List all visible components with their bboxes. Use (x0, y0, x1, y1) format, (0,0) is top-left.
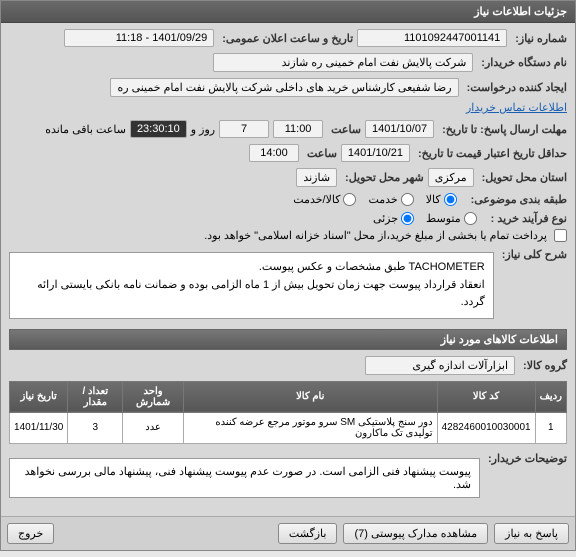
th-qty: تعداد / مقدار (68, 381, 123, 412)
buy-type-group: متوسط جزئی (373, 212, 477, 225)
table-row[interactable]: 1 4282460010030001 دور سنج پلاستیکی SM س… (10, 412, 567, 443)
price-deadline-date: 1401/10/21 (341, 144, 410, 162)
creator-label: ایجاد کننده درخواست: (467, 81, 567, 94)
countdown-value: 23:30:10 (130, 120, 187, 138)
price-deadline-time: 14:00 (249, 144, 299, 162)
back-button[interactable]: بازگشت (278, 523, 338, 544)
pay-note-text: پرداخت تمام یا بخشی از مبلغ خرید،از محل … (204, 229, 547, 242)
reply-deadline-time: 11:00 (273, 120, 323, 138)
th-code: کد کالا (437, 381, 535, 412)
pay-note-checkbox[interactable] (554, 229, 567, 242)
announce-value: 1401/09/29 - 11:18 (64, 29, 214, 47)
remaining-label: ساعت باقی مانده (45, 123, 126, 136)
cell-code: 4282460010030001 (437, 412, 535, 443)
need-desc-line2: انعقاد قرارداد پیوست جهت زمان تحویل بیش … (18, 277, 485, 312)
th-date: تاریخ نیاز (10, 381, 68, 412)
buyer-note-box: پیوست پیشنهاد فنی الزامی است. در صورت عد… (9, 458, 480, 498)
th-unit: واحد شمارش (123, 381, 184, 412)
org-value: شرکت پالایش نفت امام خمینی ره شازند (213, 53, 473, 72)
class-radio-group: کالا خدمت کالا/خدمت (293, 193, 456, 206)
contact-link[interactable]: اطلاعات تماس خریدار (466, 101, 567, 114)
buy-type-mid-option[interactable]: متوسط (426, 212, 477, 225)
buy-type-small-radio[interactable] (401, 212, 414, 225)
class-label: طبقه بندی موضوعی: (471, 193, 567, 206)
buyer-note-label: توضیحات خریدار: (488, 452, 567, 465)
need-no-label: شماره نیاز: (515, 32, 567, 45)
reply-deadline-label: مهلت ارسال پاسخ: تا تاریخ: (442, 123, 567, 136)
cell-date: 1401/11/30 (10, 412, 68, 443)
th-name: نام کالا (183, 381, 437, 412)
class-service-option[interactable]: خدمت (368, 193, 413, 206)
table-header-row: ردیف کد کالا نام کالا واحد شمارش تعداد /… (10, 381, 567, 412)
price-deadline-label: حداقل تاریخ اعتبار قیمت تا تاریخ: (418, 147, 567, 160)
panel-body: شماره نیاز: 1101092447001141 تاریخ و ساع… (1, 23, 575, 516)
reply-button[interactable]: پاسخ به نیاز (494, 523, 569, 544)
cell-unit: عدد (123, 412, 184, 443)
items-table: ردیف کد کالا نام کالا واحد شمارش تعداد /… (9, 381, 567, 444)
days-value: 7 (219, 120, 269, 138)
loc-value: مرکزی (428, 168, 474, 187)
need-desc-box: TACHOMETER طبق مشخصات و عکس پیوست. انعقا… (9, 252, 494, 319)
pay-note-wrap: پرداخت تمام یا بخشی از مبلغ خرید،از محل … (204, 229, 567, 242)
need-no-value: 1101092447001141 (357, 29, 507, 47)
group-label: گروه کالا: (523, 359, 567, 372)
exit-button[interactable]: خروج (7, 523, 54, 544)
cell-qty: 3 (68, 412, 123, 443)
loc-label: استان محل تحویل: (482, 171, 567, 184)
need-desc-line1: TACHOMETER طبق مشخصات و عکس پیوست. (18, 259, 485, 277)
panel-title: جزئیات اطلاعات نیاز (1, 1, 575, 23)
class-goods-option[interactable]: کالا (426, 193, 457, 206)
time-label-1: ساعت (331, 123, 361, 136)
city-value: شازند (296, 168, 337, 187)
class-goods-radio[interactable] (444, 193, 457, 206)
need-desc-label: شرح کلی نیاز: (502, 248, 567, 261)
buy-type-small-option[interactable]: جزئی (373, 212, 414, 225)
class-service-radio[interactable] (401, 193, 414, 206)
org-label: نام دستگاه خریدار: (481, 56, 567, 69)
cell-name: دور سنج پلاستیکی SM سرو موتور مرجع عرضه … (183, 412, 437, 443)
cell-row: 1 (535, 412, 566, 443)
items-section-header: اطلاعات کالاهای مورد نیاز (9, 329, 567, 350)
time-label-2: ساعت (307, 147, 337, 160)
buy-type-label: نوع فرآیند خرید : (491, 212, 567, 225)
attachments-button[interactable]: مشاهده مدارک پیوستی (7) (343, 523, 488, 544)
reply-deadline-date: 1401/10/07 (365, 120, 434, 138)
group-value: ابزارآلات اندازه گیری (365, 356, 515, 375)
days-suffix: روز و (191, 123, 215, 136)
creator-value: رضا شفیعی کارشناس خرید های داخلی شرکت پا… (110, 78, 458, 97)
announce-label: تاریخ و ساعت اعلان عمومی: (222, 32, 353, 45)
button-bar: پاسخ به نیاز مشاهده مدارک پیوستی (7) باز… (1, 516, 575, 550)
need-details-panel: جزئیات اطلاعات نیاز شماره نیاز: 11010924… (0, 0, 576, 551)
class-both-option[interactable]: کالا/خدمت (293, 193, 356, 206)
buy-type-mid-radio[interactable] (464, 212, 477, 225)
class-both-radio[interactable] (343, 193, 356, 206)
spacer (60, 523, 272, 544)
city-label: شهر محل تحویل: (345, 171, 424, 184)
th-row: ردیف (535, 381, 566, 412)
